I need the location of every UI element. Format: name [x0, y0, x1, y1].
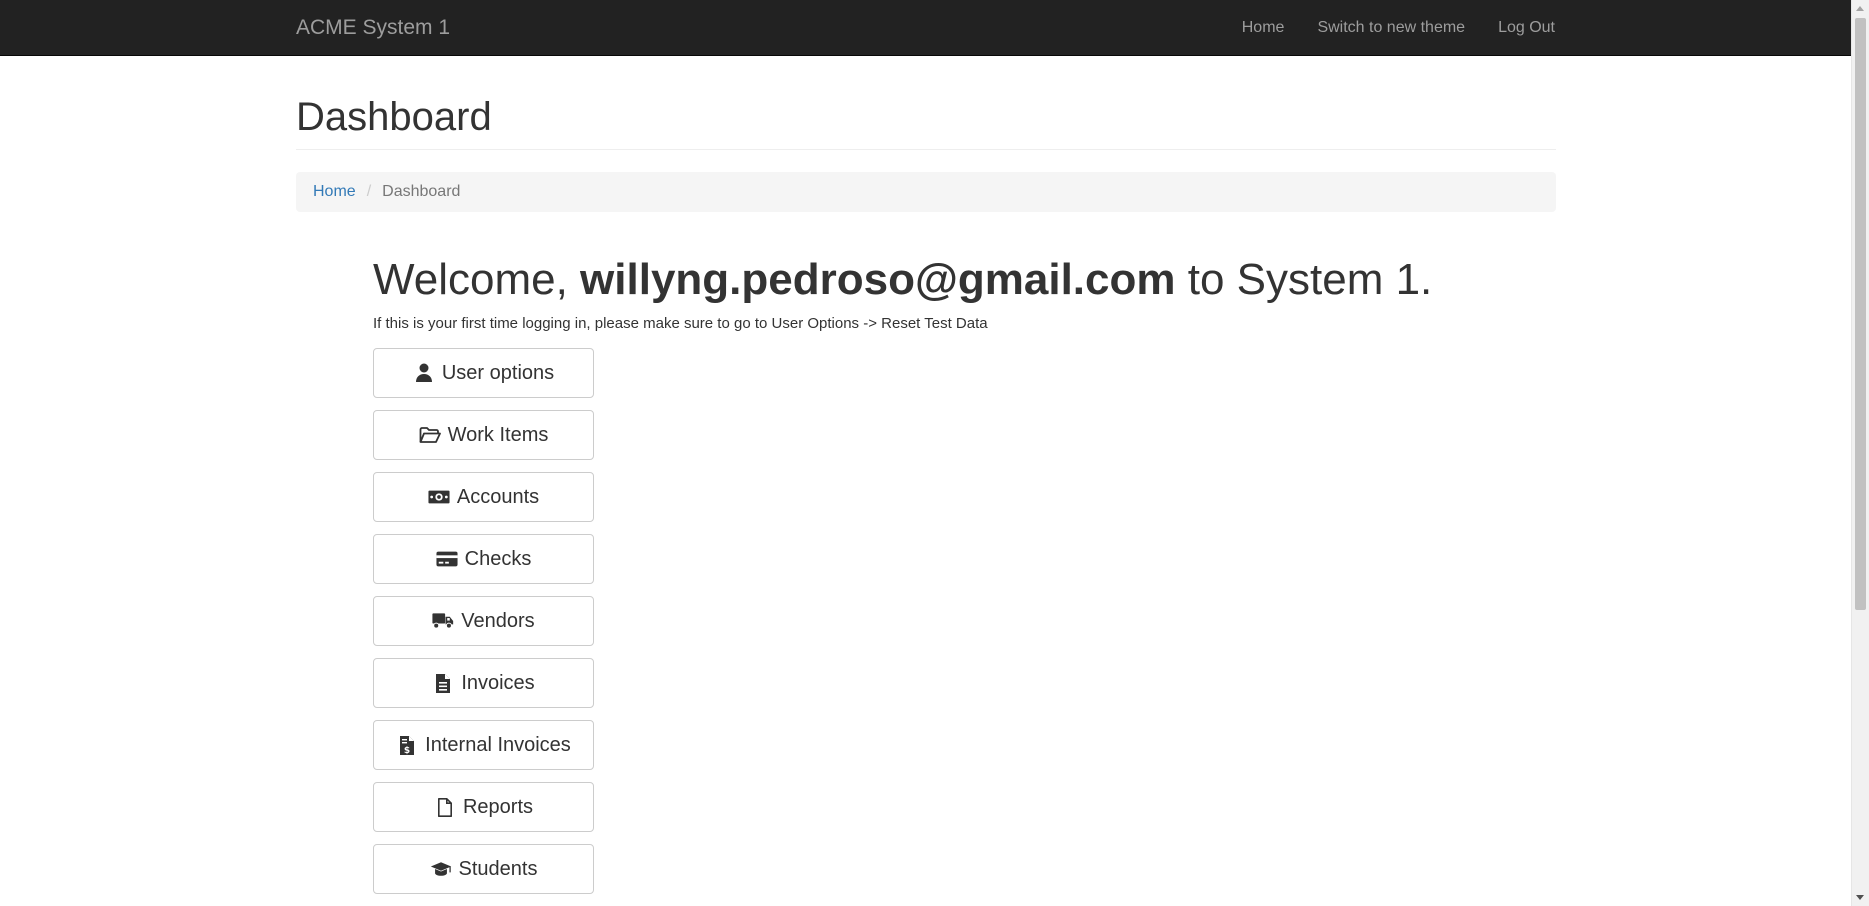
file-icon — [434, 796, 456, 818]
students-button[interactable]: Students — [373, 844, 594, 894]
credit-card-icon — [436, 548, 458, 570]
scroll-down-arrow-icon[interactable] — [1856, 895, 1864, 900]
svg-text:$: $ — [404, 746, 410, 756]
reports-button[interactable]: Reports — [373, 782, 594, 832]
first-login-hint: If this is your first time logging in, p… — [373, 315, 988, 332]
brand-link[interactable]: ACME System 1 — [296, 16, 450, 40]
vendors-label: Vendors — [461, 609, 535, 632]
vendors-button[interactable]: Vendors — [373, 596, 594, 646]
invoices-button[interactable]: Invoices — [373, 658, 594, 708]
welcome-prefix: Welcome, — [373, 255, 568, 304]
vertical-scrollbar[interactable] — [1851, 0, 1869, 906]
breadcrumb-separator: / — [366, 183, 372, 200]
graduation-cap-icon — [430, 858, 452, 880]
accounts-button[interactable]: Accounts — [373, 472, 594, 522]
invoices-label: Invoices — [461, 671, 535, 694]
welcome-suffix: to System 1. — [1187, 255, 1433, 304]
page-header: Dashboard — [296, 96, 1556, 150]
page-title: Dashboard — [296, 95, 492, 139]
checks-button[interactable]: Checks — [373, 534, 594, 584]
user-options-button[interactable]: User options — [373, 348, 594, 398]
nav-switch-theme-link[interactable]: Switch to new theme — [1317, 17, 1465, 39]
breadcrumb-current: Dashboard — [382, 183, 461, 200]
internal-invoices-button[interactable]: $ Internal Invoices — [373, 720, 594, 770]
work-items-label: Work Items — [447, 423, 549, 446]
reports-label: Reports — [462, 795, 534, 818]
nav-logout-link[interactable]: Log Out — [1498, 17, 1555, 39]
user-options-label: User options — [441, 361, 555, 384]
main-container: Dashboard Home / Dashboard Welcome, will… — [296, 56, 1556, 894]
scroll-up-arrow-icon[interactable] — [1856, 6, 1864, 11]
file-invoice-dollar-icon: $ — [396, 734, 418, 756]
checks-label: Checks — [464, 547, 532, 570]
page: ACME System 1 Home Switch to new theme L… — [0, 0, 1851, 906]
welcome-heading: Welcome, willyng.pedroso@gmail.com to Sy… — [373, 255, 1473, 305]
students-label: Students — [458, 857, 538, 880]
welcome-block: Welcome, willyng.pedroso@gmail.com to Sy… — [373, 255, 1473, 334]
breadcrumb: Home / Dashboard — [296, 172, 1556, 212]
top-navbar: ACME System 1 Home Switch to new theme L… — [0, 0, 1851, 56]
dashboard-menu: User options Work Items Accounts Checks — [373, 348, 594, 906]
internal-invoices-label: Internal Invoices — [425, 733, 571, 756]
money-icon — [428, 486, 450, 508]
work-items-button[interactable]: Work Items — [373, 410, 594, 460]
nav-home-link[interactable]: Home — [1242, 17, 1285, 39]
truck-icon — [432, 610, 454, 632]
welcome-email: willyng.pedroso@gmail.com — [580, 255, 1176, 304]
accounts-label: Accounts — [456, 485, 540, 508]
user-icon — [413, 362, 435, 384]
scroll-thumb[interactable] — [1855, 18, 1866, 610]
folder-open-icon — [419, 424, 441, 446]
breadcrumb-home-link[interactable]: Home — [313, 183, 356, 201]
nav-links: Home Switch to new theme Log Out — [1209, 17, 1555, 39]
file-text-icon — [432, 672, 454, 694]
